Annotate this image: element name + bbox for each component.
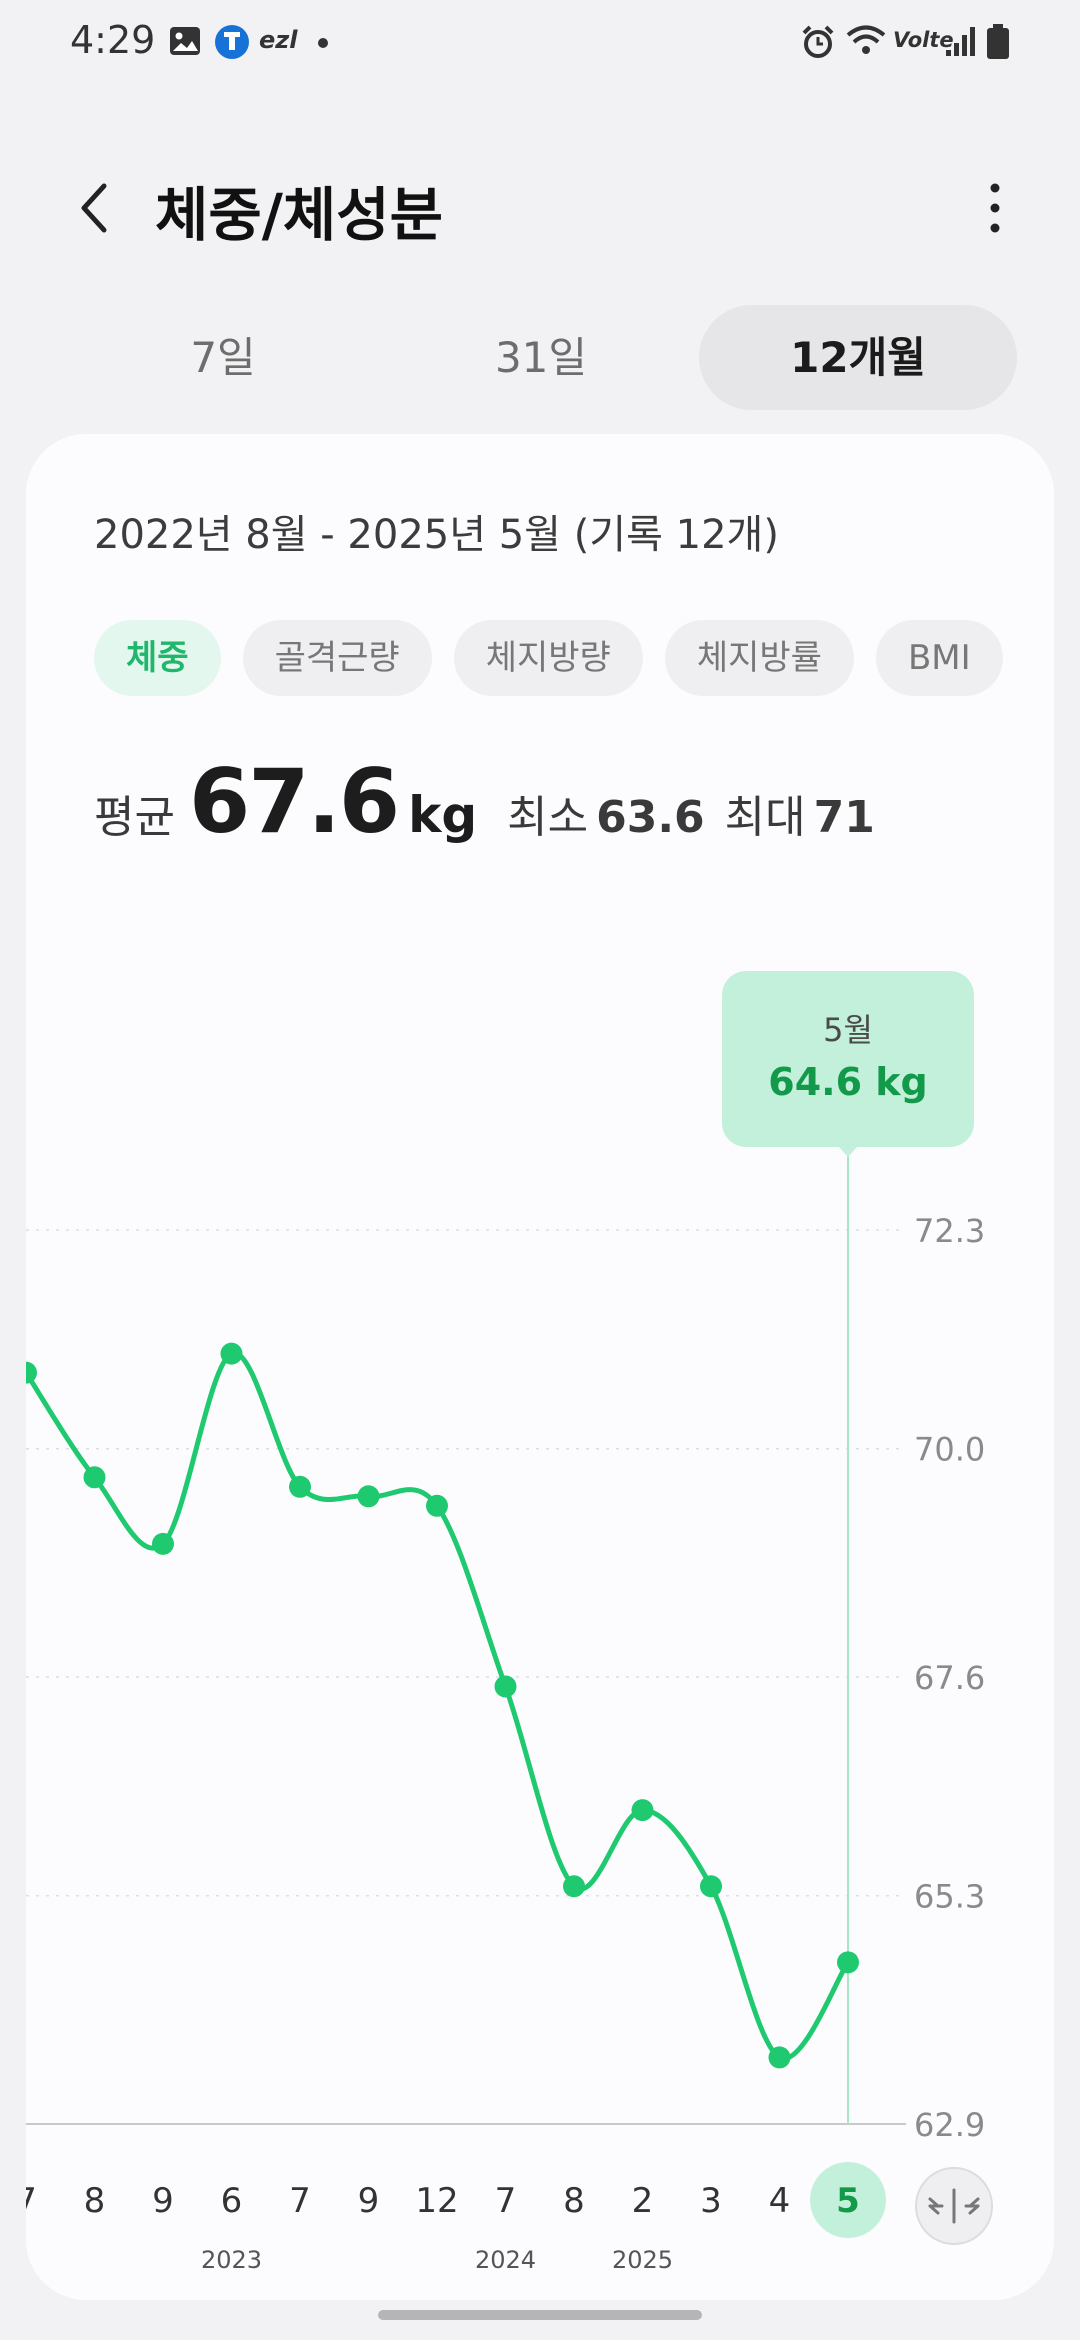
chart-card: 2022년 8월 - 2025년 5월 (기록 12개) 체중 골격근량 체지방량 체… — [26, 434, 1054, 2300]
data-point[interactable] — [426, 1494, 448, 1517]
tooltip-value: 64.6 kg — [768, 1060, 927, 1104]
x-tick-label[interactable]: 4 — [769, 2181, 791, 2221]
data-point[interactable] — [563, 1875, 585, 1898]
y-tick-label: 72.3 — [914, 1212, 985, 1250]
status-time: 4:29 — [70, 18, 156, 62]
x-tick-label[interactable]: 6 — [221, 2181, 243, 2221]
x-tick-label[interactable]: 8 — [84, 2181, 106, 2221]
x-tick-label[interactable]: 8 — [563, 2181, 585, 2221]
x-tick-label[interactable]: 7 — [26, 2181, 37, 2221]
data-point[interactable] — [220, 1342, 243, 1365]
y-tick-label: 67.6 — [914, 1659, 985, 1697]
x-tick-label[interactable]: 5 — [836, 2181, 860, 2221]
year-label: 2024 — [475, 2246, 536, 2274]
page-title: 체중/체성분 — [155, 181, 443, 249]
tooltip-pointer — [839, 1147, 857, 1157]
battery-icon — [987, 24, 1009, 59]
data-point[interactable] — [837, 1951, 859, 1974]
x-tick-label[interactable]: 7 — [495, 2181, 517, 2221]
more-options-icon[interactable] — [980, 178, 1010, 238]
data-point[interactable] — [289, 1475, 311, 1498]
alarm-icon — [802, 25, 834, 58]
back-icon[interactable] — [70, 178, 120, 238]
status-bar: 4:29 ezl Volte — [0, 0, 1080, 80]
wifi-icon — [846, 25, 886, 54]
x-tick-label[interactable]: 9 — [152, 2181, 174, 2221]
data-point[interactable] — [768, 2046, 791, 2069]
data-point[interactable] — [357, 1485, 380, 1508]
data-point[interactable] — [26, 1361, 37, 1384]
weight-chart: 72.370.067.665.362.95월64.6 kg78967912782… — [26, 971, 993, 2274]
tab-12-months[interactable]: 12개월 — [699, 305, 1017, 410]
x-tick-label[interactable]: 9 — [358, 2181, 380, 2221]
notification-dot-icon — [318, 38, 328, 48]
tooltip-label: 5월 — [823, 1011, 873, 1049]
ezl-text: ezl — [259, 26, 298, 54]
gallery-icon — [170, 27, 200, 55]
x-tick-label[interactable]: 7 — [289, 2181, 311, 2221]
header: 체중/체성분 — [0, 150, 1080, 260]
period-tabs: 7일 31일 12개월 — [0, 305, 1080, 415]
x-tick-label[interactable]: 3 — [700, 2181, 722, 2221]
weight-series-line — [26, 1350, 851, 2061]
year-label: 2025 — [612, 2246, 673, 2274]
x-tick-label[interactable]: 12 — [415, 2181, 458, 2221]
data-point[interactable] — [494, 1675, 517, 1698]
signal-icon — [946, 27, 975, 56]
x-tick-label[interactable]: 2 — [632, 2181, 654, 2221]
tooltip-box — [722, 971, 974, 1147]
home-indicator — [378, 2310, 702, 2320]
y-tick-label: 62.9 — [914, 2106, 985, 2144]
y-tick-label: 70.0 — [914, 1431, 985, 1469]
data-point[interactable] — [83, 1466, 106, 1489]
year-label: 2023 — [201, 2246, 262, 2274]
app-badge-icon — [215, 25, 249, 59]
data-point[interactable] — [700, 1875, 722, 1898]
tab-7-days[interactable]: 7일 — [64, 305, 382, 410]
tab-31-days[interactable]: 31일 — [382, 305, 700, 410]
y-tick-label: 65.3 — [914, 1878, 985, 1916]
data-point[interactable] — [631, 1799, 654, 1822]
data-point[interactable] — [152, 1532, 174, 1555]
